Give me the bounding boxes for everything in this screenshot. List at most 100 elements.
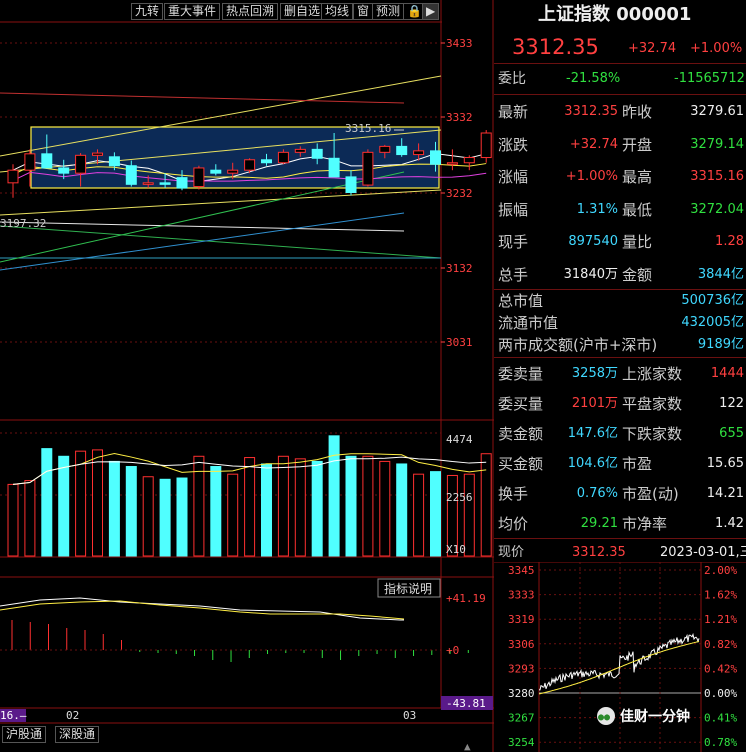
date-tick: 03: [403, 709, 416, 722]
minute-price-tick: 3280: [508, 687, 535, 700]
weibi-value: -11565712: [674, 71, 745, 86]
minute-price-tick: 3333: [508, 589, 535, 602]
tab-shengutong[interactable]: 深股通: [55, 726, 100, 743]
volume-bar: [75, 450, 87, 557]
volume-bar: [277, 455, 289, 557]
candle: [362, 149, 374, 187]
volume-bar: [430, 471, 441, 557]
row-label: 涨幅: [498, 168, 529, 186]
vol-multiplier: X10: [446, 543, 466, 556]
row-value: 15.65: [706, 456, 744, 471]
row-value: 1.28: [715, 234, 744, 249]
minute-pct-tick: 0.41%: [704, 712, 737, 725]
price-change: +32.74: [628, 41, 677, 56]
macd-dea: [0, 600, 405, 620]
weibi-label: 委比: [498, 71, 526, 87]
row-value: 3258万: [571, 366, 618, 381]
minute-date: 2023-03-01,三: [660, 545, 746, 560]
index-title: 上证指数 000001: [538, 4, 692, 25]
minute-chart[interactable]: 3345 2.00% 3333 1.62% 3319 1.21% 3306 0.82% 3293…: [494, 562, 746, 752]
minute-pct-tick: 0.42%: [704, 662, 737, 675]
row-label: 最新: [498, 103, 529, 121]
volume-bar: [396, 463, 408, 557]
volume-bar: [210, 466, 222, 557]
volume-bar: [159, 478, 171, 557]
price-tick: 3132: [446, 262, 473, 275]
minute-price-line: [539, 632, 700, 691]
low-price-label: 3197.32: [0, 217, 46, 230]
row-label: 流通市值: [498, 314, 559, 332]
row-label: 开盘: [622, 135, 653, 154]
volume-bar: [24, 480, 36, 557]
minute-price-tick: 3345: [508, 564, 535, 577]
minute-pct-tick: 1.62%: [704, 589, 737, 602]
volume-bar: [125, 466, 137, 557]
macd-tick: +0: [446, 644, 459, 657]
volume-bar: [345, 455, 357, 557]
volume-bar: [328, 435, 340, 557]
row-label: 最低: [622, 200, 653, 219]
minute-pct-tick: 1.21%: [704, 613, 737, 626]
volume-bar: [108, 460, 120, 557]
row-value: 14.21: [706, 486, 744, 501]
volume-bar: [227, 473, 239, 557]
candle: [446, 149, 458, 171]
row-label: 金额: [622, 265, 653, 284]
row-value: 0.76%: [576, 486, 618, 501]
row-value: 432005亿: [681, 315, 744, 330]
row-value: 9189亿: [697, 337, 744, 352]
high-price-label: 3315.16: [345, 122, 391, 135]
row-value: 1.31%: [576, 201, 618, 217]
row-label: 市盈: [622, 455, 653, 473]
minute-pct-tick: 2.00%: [704, 564, 737, 577]
volume-bar: [176, 477, 188, 557]
row-value: 3272.04: [690, 201, 744, 217]
row-value: 3279.14: [690, 136, 744, 152]
date-tick: 16.–: [0, 709, 27, 722]
vol-tick: 2256: [446, 491, 473, 504]
macd-tick: -43.81: [446, 697, 486, 710]
volume-bar: [294, 458, 306, 557]
candle: [463, 155, 475, 171]
price-change-pct: +1.00%: [690, 41, 743, 56]
volume-bar: [244, 457, 256, 557]
row-label: 市净率: [622, 515, 668, 533]
current-price: 3312.35: [512, 35, 599, 59]
quote-panel: 上证指数 000001 3312.35 +32.74 +1.00% 委比 -21…: [494, 0, 746, 752]
row-value: 1444: [710, 366, 744, 381]
row-value: 3312.35: [564, 104, 618, 119]
volume-bar: [362, 455, 374, 557]
row-label: 换手: [498, 485, 529, 503]
date-tick: 02: [66, 709, 79, 722]
svg-text:●●: ●●: [598, 712, 610, 723]
row-value: 897540: [568, 234, 618, 249]
svg-text:指标说明: 指标说明: [384, 581, 432, 596]
minute-price-tick: 3319: [508, 613, 535, 626]
volume-bar: [311, 460, 323, 557]
minute-price-tick: 3293: [508, 662, 535, 675]
volume-bar: [41, 448, 53, 557]
macd-dif: [0, 597, 404, 621]
tab-hugutong[interactable]: 沪股通: [2, 726, 47, 743]
row-label: 昨收: [622, 103, 653, 121]
row-value: 3844亿: [697, 266, 744, 282]
row-value: 655: [719, 426, 744, 441]
row-label: 最高: [622, 168, 653, 186]
price-tick: 3232: [446, 187, 473, 200]
row-value: 3279.61: [690, 104, 744, 119]
candle: [193, 165, 205, 190]
volume-bar: [58, 455, 70, 557]
candle: [480, 130, 492, 163]
volume-bars: [7, 435, 492, 557]
volume-bar: [92, 449, 103, 557]
volume-bar: [261, 463, 272, 557]
row-value: 29.21: [580, 516, 618, 531]
kline-chart[interactable]: 3315.16 3197.32 3433 3332 3232 3132 3031…: [0, 0, 494, 752]
row-label: 现手: [498, 233, 529, 251]
row-value: +32.74: [569, 136, 618, 152]
row-label: 振幅: [498, 200, 529, 219]
volume-bar: [7, 483, 19, 557]
volume-bar: [480, 453, 492, 557]
minute-pct-tick: 0.78%: [704, 736, 737, 749]
row-label: 两市成交额(沪市+深市): [498, 336, 658, 354]
